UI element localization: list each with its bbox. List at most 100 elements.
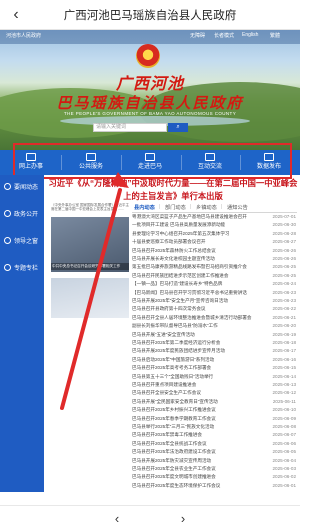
news-title[interactable]: 巴马县召开民族团结进步示范区创建工作推进会 [132,273,252,279]
news-title[interactable]: 巴马县第五十三个“全国助残日”活动举行 [132,374,252,380]
news-item[interactable]: 副县长刘振华带队督导巴马县“防溺水”工作 2025-06-20 [132,323,297,331]
news-item[interactable]: 巴马县开展2025年防灾减灾宣传周活动 2025-06-04 [132,458,297,466]
news-photo-secondary[interactable] [51,278,129,318]
back-arrow-icon[interactable]: ‹ [105,510,129,527]
tab-divider: | [159,204,161,210]
news-item[interactable]: 一批项目开工建设 巴马县高质量发展添新动能 2025-06-30 [132,222,297,230]
news-item[interactable]: 巴马县召开2025年全县统战工作会议 2025-06-06 [132,441,297,449]
news-item[interactable]: 第五批巴马康养旅游精品线路发布暨巴马招商引资推介会 2025-06-25 [132,264,297,272]
news-item[interactable]: 巴马县召开县政府第十四次常务会议 2025-06-22 [132,306,297,314]
news-title[interactable]: 巴马县召开2025年度文明城市创建推进会 [132,474,252,480]
news-item[interactable]: 【一镇一品】巴马打造“建设长寿乡”特色品牌 2025-06-24 [132,281,297,289]
search-input[interactable]: 请输入关键词 [93,123,167,132]
news-title[interactable]: 巴马县开展2025年“安全生产月”宣传咨询日活动 [132,298,252,304]
news-title[interactable]: 巴马县召开2025年禁毒工作推进会 [132,432,252,438]
top-link[interactable]: 河池市人民政府 [6,32,41,39]
news-item[interactable]: 巴马县开展“五进”安全宣传活动 2025-06-19 [132,332,297,340]
news-item[interactable]: 巴马县第五十三个“全国助残日”活动举行 2025-06-14 [132,374,297,382]
news-title[interactable]: 巴马县召开2025年乡村振兴工作推进会议 [132,407,252,413]
news-item[interactable]: 巴马县召开2025年度生态环境保护工作会议 2025-06-01 [132,483,297,491]
news-title[interactable]: 巴马县召开2025年第二季度经济运行分析会 [132,340,252,346]
news-item[interactable]: 巴马县开展2025年度民族团结进步宣传月活动 2025-06-17 [132,348,297,356]
news-title[interactable]: 巴马县启动2025年“中国旅游日”系列活动 [132,357,252,363]
news-item[interactable]: 巴马县举行2025年“三月三”民族文化活动 2025-06-08 [132,424,297,432]
news-item[interactable]: 县委理论学习中心组召开2025年第五次集体学习 2025-06-28 [132,231,297,239]
news-title[interactable]: 巴马县开展长寿文化进校园主题宣传活动 [132,256,252,262]
news-title[interactable]: 一批项目开工建设 巴马县高质量发展添新动能 [132,222,252,228]
search-icon: ⌕ [176,124,180,130]
news-item[interactable]: 巴马县开展2025年“安全生产月”宣传咨询日活动 2025-06-23 [132,298,297,306]
news-item[interactable]: 巴马县召开民族团结进步示范区创建工作推进会 2025-06-25 [132,273,297,281]
national-emblem-icon [136,44,160,68]
tab-county-news[interactable]: 县内动态 [134,204,155,211]
news-item[interactable]: 巴马县召开2025年春季学期教育工作会议 2025-06-09 [132,416,297,424]
news-item[interactable]: 【巴马新闻】巴马县召开学习贯彻习近平总书记重要讲话 2025-06-23 [132,290,297,298]
sidebar-item-news[interactable]: 要闻动态 [0,179,44,195]
news-item[interactable]: 巴马县召开2025年禁毒工作推进会 2025-06-07 [132,432,297,440]
news-item[interactable]: 巴马县开展“全民国家安全教育日”宣传活动 2025-06-11 [132,399,297,407]
news-title[interactable]: 【巴马新闻】巴马县召开学习贯彻习近平总书记重要讲话 [132,290,252,296]
news-title[interactable]: 巴马县召开2025年森林防火工作总结会议 [132,248,252,254]
news-tabs: 县内动态 | 部门动态 | 乡镇动态 | 通知公告 [132,203,297,213]
sidebar-item-leaders[interactable]: 领导之窗 [0,233,44,249]
news-date: 2025-06-27 [272,239,297,245]
news-title[interactable]: 巴马县召开全县安全生产工作会议 [132,390,252,396]
news-item[interactable]: 巴马县开展长寿文化进校园主题宣传活动 2025-06-26 [132,256,297,264]
news-title[interactable]: 粤港澳大湾区菜篮子产品生产基地巴马县建设推进会召开 [132,214,252,220]
news-date: 2025-06-30 [272,222,297,228]
top-link[interactable]: 长者模式 [214,32,234,39]
news-title[interactable]: 副县长刘振华带队督导巴马县“防溺水”工作 [132,323,252,329]
news-title[interactable]: 巴马县开展“全民国家安全教育日”宣传活动 [132,399,252,405]
headline-link[interactable]: 习近平《从“万隆精神”中汲取时代力量——在第二届中国一中亚峰会上的主旨发言》单行… [47,177,299,203]
news-title[interactable]: 巴马县召开2025年高考考务工作部署会 [132,365,252,371]
chevron-left-icon[interactable]: ‹ [6,5,26,25]
news-item[interactable]: 巴马县召开2025年乡村振兴工作推进会议 2025-06-10 [132,407,297,415]
news-item[interactable]: 巴马县召开重点项目建设推进会 2025-06-13 [132,382,297,390]
news-item[interactable]: 巴马县召开2025年高考考务工作部署会 2025-06-15 [132,365,297,373]
news-item[interactable]: 巴马县召开2025年森林防火工作总结会议 2025-06-26 [132,248,297,256]
news-title[interactable]: 巴马县召开全县人居环境整治推进会暨城乡清洁行动部署会 [132,315,252,321]
news-item[interactable]: 巴马县召开全县人居环境整治推进会暨城乡清洁行动部署会 2025-06-21 [132,315,297,323]
news-title[interactable]: 巴马县举行2025年“三月三”民族文化活动 [132,424,252,430]
news-item[interactable]: 巴马县召开2025年全县农业生产工作会议 2025-06-03 [132,466,297,474]
news-item[interactable]: 巴马县召开2025年第二季度经济运行分析会 2025-06-18 [132,340,297,348]
top-link[interactable]: English [242,32,258,38]
news-title[interactable]: 巴马县开展2025年防灾减灾宣传周活动 [132,458,252,464]
news-item[interactable]: 巴马县启动2025年“中国旅游日”系列活动 2025-06-16 [132,357,297,365]
news-date: 2025-06-20 [272,323,297,329]
news-title[interactable]: 巴马县召开2025年度生态环境保护工作会议 [132,483,252,489]
news-icon [4,183,11,190]
news-item[interactable]: 十届县委巡察工作动员部署会议召开 2025-06-27 [132,239,297,247]
tab-notices[interactable]: 通知公告 [227,204,248,211]
tab-department-news[interactable]: 部门动态 [165,204,186,211]
top-link[interactable]: 无障碍 [190,32,205,39]
news-title[interactable]: 巴马县召开2025年全县农业生产工作会议 [132,466,252,472]
news-title[interactable]: 县委理论学习中心组召开2025年第五次集体学习 [132,231,252,237]
news-title[interactable]: 巴马县召开2025年全县统战工作会议 [132,441,252,447]
search-button[interactable]: ⌕ [168,123,188,132]
sidebar-item-gov-affairs[interactable]: 政务公开 [0,206,44,222]
banner-calligraphy-line2: 巴马瑶族自治县人民政府 [56,94,244,112]
news-photo[interactable]: 中共中央总书记召开会议研究部署相关工作 [51,217,129,272]
news-date: 2025-06-18 [272,340,297,345]
news-item[interactable]: 巴马县召开全县安全生产工作会议 2025-06-12 [132,390,297,398]
news-title[interactable]: 十届县委巡察工作动员部署会议召开 [132,239,252,245]
news-title[interactable]: 巴马县召开重点项目建设推进会 [132,382,252,388]
news-item[interactable]: 巴马县召开2025年度文明城市创建推进会 2025-06-02 [132,474,297,482]
forward-arrow-icon[interactable]: › [171,510,195,527]
news-title[interactable]: 巴马县召开2025年春季学期教育工作会议 [132,416,252,422]
news-date: 2025-06-03 [272,466,297,471]
news-title[interactable]: 【一镇一品】巴马打造“建设长寿乡”特色品牌 [132,281,252,287]
news-date: 2025-06-23 [272,289,297,295]
news-date: 2025-06-11 [272,398,296,404]
news-title[interactable]: 巴马县开展“五进”安全宣传活动 [132,332,252,338]
news-title[interactable]: 巴马县召开县政府第十四次常务会议 [132,306,252,312]
news-item[interactable]: 巴马县召开2025年法治政府建设工作会议 2025-06-05 [132,449,297,457]
news-title[interactable]: 巴马县开展2025年度民族团结进步宣传月活动 [132,348,252,354]
sidebar-item-topics[interactable]: 专题专栏 [0,260,44,276]
news-title[interactable]: 巴马县召开2025年法治政府建设工作会议 [132,449,252,455]
news-item[interactable]: 粤港澳大湾区菜篮子产品生产基地巴马县建设推进会召开 2025-07-01 [132,214,297,222]
tab-township-news[interactable]: 乡镇动态 [196,204,217,211]
news-title[interactable]: 第五批巴马康养旅游精品线路发布暨巴马招商引资推介会 [132,264,252,270]
top-link[interactable]: 繁體 [270,32,280,39]
